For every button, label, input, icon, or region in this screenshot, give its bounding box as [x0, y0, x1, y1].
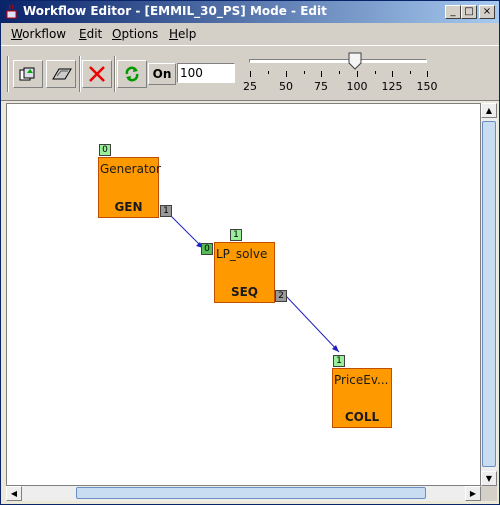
maximize-icon[interactable]: □	[461, 5, 477, 19]
toolbar-separator	[79, 56, 81, 92]
slider-tick-label: 75	[314, 80, 328, 93]
minimize-icon[interactable]: _	[445, 5, 461, 19]
on-toggle-button[interactable]: On	[148, 63, 176, 85]
zoom-input[interactable]	[177, 63, 235, 83]
vertical-scroll-thumb[interactable]	[482, 121, 496, 467]
import-button[interactable]	[13, 60, 43, 88]
delete-icon	[89, 66, 105, 82]
toolbar-grip	[7, 56, 9, 92]
node-input-port[interactable]: 0	[99, 144, 111, 156]
connection-gen-lp	[167, 212, 204, 249]
node-input-port[interactable]: 1	[230, 229, 242, 241]
delete-button[interactable]	[82, 60, 112, 88]
window-title: Workflow Editor - [EMMIL_30_PS] Mode - E…	[23, 4, 327, 18]
menu-help[interactable]: Help	[169, 27, 196, 41]
export-button[interactable]	[46, 60, 76, 88]
node-output-port[interactable]: 1	[160, 205, 172, 217]
node-incoming-port[interactable]: 0	[201, 243, 213, 255]
slider-tick-label: 100	[346, 80, 368, 93]
horizontal-scroll-thumb[interactable]	[76, 487, 426, 499]
scroll-up-icon[interactable]: ▲	[481, 103, 497, 118]
menu-edit[interactable]: Edit	[79, 27, 102, 41]
import-icon	[19, 67, 35, 81]
refresh-icon	[125, 66, 139, 82]
slider-thumb[interactable]	[348, 52, 362, 70]
node-kind: GEN	[114, 200, 143, 214]
horizontal-scrollbar[interactable]: ◀ ▶	[6, 486, 481, 501]
scroll-corner	[481, 486, 497, 501]
menu-workflow[interactable]: Workflow	[11, 27, 66, 41]
node-kind: COLL	[344, 410, 380, 424]
export-icon	[52, 68, 72, 80]
slider-track	[249, 59, 427, 63]
node-name: PriceEv...	[334, 373, 389, 387]
slider-tick-label: 25	[243, 80, 257, 93]
menu-options[interactable]: Options	[112, 27, 158, 41]
workflow-canvas[interactable]: 0 Generator GEN 1 1 0 LP_solve SEQ 2 1 P…	[6, 103, 481, 486]
title-bar[interactable]: Workflow Editor - [EMMIL_30_PS] Mode - E…	[1, 1, 499, 23]
node-output-port[interactable]: 2	[275, 290, 287, 302]
workflow-node-generator[interactable]: Generator GEN	[98, 157, 161, 218]
vertical-scrollbar[interactable]: ▲ ▼	[481, 103, 497, 486]
scroll-left-icon[interactable]: ◀	[6, 486, 22, 501]
node-name: Generator	[100, 162, 161, 176]
refresh-button[interactable]	[117, 60, 147, 88]
connection-lp-price	[285, 295, 340, 353]
scroll-down-icon[interactable]: ▼	[481, 471, 497, 486]
java-cup-icon	[6, 4, 17, 19]
node-kind: SEQ	[230, 285, 259, 299]
node-input-port[interactable]: 1	[333, 355, 345, 367]
zoom-slider[interactable]: 25 50 75 100 125 150	[241, 51, 438, 97]
toolbar-separator	[114, 56, 116, 92]
menu-bar: Workflow Edit Options Help	[1, 23, 499, 45]
slider-tick-label: 125	[381, 80, 403, 93]
node-name: LP_solve	[216, 247, 268, 261]
workflow-node-price-ev[interactable]: PriceEv... COLL	[332, 368, 392, 428]
scroll-right-icon[interactable]: ▶	[465, 486, 481, 501]
workflow-editor-window: Workflow Editor - [EMMIL_30_PS] Mode - E…	[0, 0, 500, 505]
slider-tick-label: 50	[279, 80, 293, 93]
slider-tick-label: 150	[416, 80, 438, 93]
workflow-node-lp-solve[interactable]: LP_solve SEQ	[214, 242, 275, 303]
close-icon[interactable]: ×	[479, 5, 495, 19]
